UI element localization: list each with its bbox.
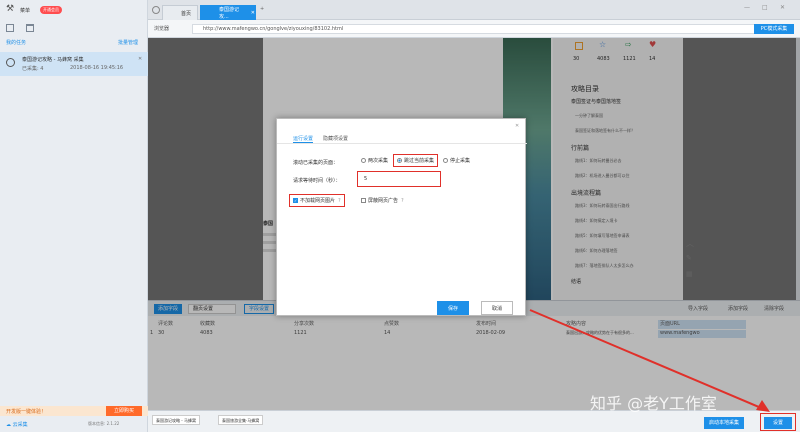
win-max-icon[interactable]: □ — [762, 4, 768, 11]
cloud-link[interactable]: ☁ 云采集 — [6, 421, 28, 428]
save-button[interactable]: 保存 — [437, 301, 469, 315]
checkbox — [361, 198, 366, 203]
radio-label: 跳过当前采集 — [404, 158, 435, 164]
checkbox-label: 不加载网页图片 — [300, 198, 336, 204]
bottom-tab[interactable]: 泰国游记攻略 - 马蜂窝 — [152, 415, 200, 425]
tasks-header: 我的任务 批量管理 — [0, 38, 148, 46]
radio-option-selected[interactable]: 跳过当前采集 — [393, 154, 439, 167]
radio-circle — [361, 158, 366, 163]
radio-option[interactable]: 停止采集 — [443, 157, 470, 164]
delay-label: 请求等待时间（秒）： — [293, 178, 341, 184]
task-icon — [6, 58, 15, 67]
tab-hidden-settings[interactable]: 隐藏项设置 — [323, 135, 348, 142]
tab-home-label: 首页 — [181, 10, 192, 17]
tasks-title: 我的任务 — [6, 40, 27, 46]
folder-icon[interactable] — [26, 24, 34, 32]
radio-circle — [397, 158, 402, 163]
cancel-button[interactable]: 取消 — [481, 301, 513, 315]
browser-mode[interactable]: 浏览器 — [154, 25, 169, 32]
left-panel: ⚒ 菜单 开通会员 我的任务 批量管理 泰国游记攻略 - 马蜂窝 采集 已采集:… — [0, 0, 148, 432]
pc-mode-button[interactable]: PC模式采集 — [754, 24, 794, 34]
watermark: 知乎 @老Y工作室 — [590, 394, 717, 413]
bottom-tab[interactable]: 泰国旅游全集·马蜂窝 — [218, 415, 264, 425]
url-text: http://www.mafengwo.cn/gonglve/ziyouxing… — [203, 26, 344, 32]
batch-manage-link[interactable]: 批量管理 — [118, 39, 138, 46]
win-close-icon[interactable]: ✕ — [780, 4, 785, 11]
trial-notice: 开发版一键体验！ — [6, 409, 47, 415]
refresh-icon[interactable] — [152, 6, 160, 14]
start-local-button[interactable]: 启动本地采集 — [704, 417, 744, 429]
new-tab-icon[interactable]: + — [260, 6, 264, 12]
checkbox-label: 屏蔽网页广告 — [368, 198, 399, 204]
browser-tabbar: 首页 泰国游记攻... ✕ + — □ ✕ — [148, 0, 800, 20]
no-image-option[interactable]: ✓ 不加载网页图片? — [289, 194, 345, 207]
buy-button[interactable]: 立即购买 — [106, 406, 142, 416]
vip-badge[interactable]: 开通会员 — [40, 6, 62, 14]
radio-label: 停止采集 — [450, 158, 471, 164]
task-name: 泰国游记攻略 - 马蜂窝 采集 — [22, 57, 84, 63]
divider — [277, 143, 527, 144]
cloud-icon: ☁ — [6, 422, 13, 428]
win-min-icon[interactable]: — — [744, 4, 750, 11]
help-icon[interactable]: ? — [401, 198, 404, 204]
trial-banner: 开发版一键体验！ 立即购买 — [0, 406, 148, 416]
tab-run-settings[interactable]: 运行设置 — [293, 135, 314, 143]
delay-value: 5 — [364, 176, 368, 182]
tab-close-icon[interactable]: ✕ — [251, 10, 255, 16]
tab-active[interactable]: 泰国游记攻... ✕ — [200, 5, 256, 20]
radio-circle — [443, 158, 448, 163]
tool-icon[interactable]: ⚒ — [6, 5, 16, 15]
radio-label: 两次采集 — [368, 158, 389, 164]
task-close-icon[interactable]: ✕ — [138, 56, 142, 62]
task-date: 2018-08-16 19:45:16 — [70, 65, 124, 71]
help-icon[interactable]: ? — [338, 198, 341, 204]
address-bar: 浏览器 http://www.mafengwo.cn/gonglve/ziyou… — [148, 20, 800, 38]
cloud-label: 云采集 — [12, 422, 28, 428]
settings-button[interactable]: 设置 — [764, 417, 792, 429]
dialog-close-icon[interactable]: ✕ — [515, 123, 519, 129]
task-progress: 已采集: 4 — [22, 66, 44, 72]
radio-option[interactable]: 两次采集 — [361, 157, 388, 164]
checkbox-checked: ✓ — [293, 198, 298, 203]
tab-home[interactable]: 首页 — [162, 5, 198, 20]
tab-active-label: 泰国游记攻... — [219, 7, 240, 20]
menu-label[interactable]: 菜单 — [20, 7, 30, 14]
block-ads-option[interactable]: 屏蔽网页广告? — [361, 197, 404, 204]
version-info: 版本信息: 2.1.22 — [88, 421, 120, 426]
url-field[interactable]: http://www.mafengwo.cn/gonglve/ziyouxing… — [192, 24, 772, 34]
load-label: 滚动已采集的页面： — [293, 160, 339, 166]
delay-input[interactable]: 5 — [357, 171, 441, 187]
new-task-icon[interactable] — [6, 24, 14, 32]
settings-dialog: ✕ 运行设置 隐藏项设置 滚动已采集的页面： 两次采集 跳过当前采集 停止采集 … — [276, 118, 527, 316]
task-item[interactable]: 泰国游记攻略 - 马蜂窝 采集 已采集: 4 2018-08-16 19:45:… — [0, 52, 148, 76]
